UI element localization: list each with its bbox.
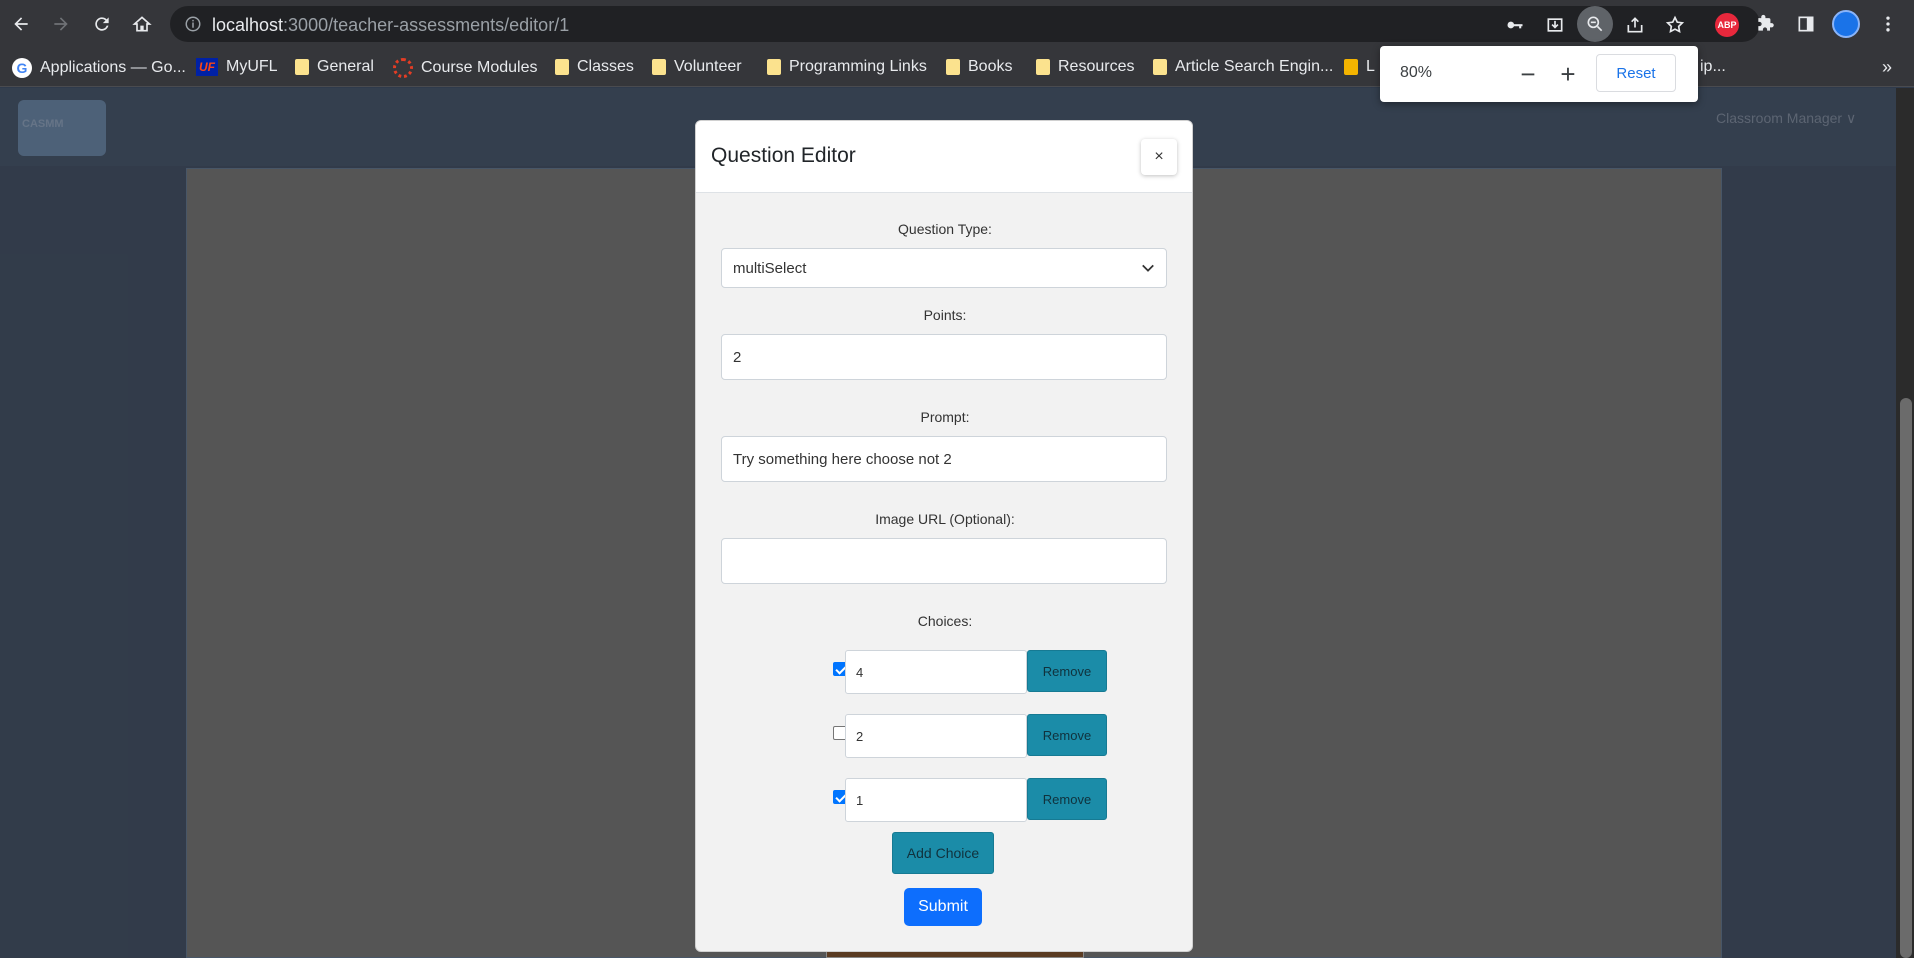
url-text[interactable]: localhost:3000/teacher-assessments/edito… (212, 15, 569, 36)
install-app-button[interactable] (1542, 12, 1568, 38)
browser-toolbar: localhost:3000/teacher-assessments/edito… (0, 0, 1914, 49)
url-path: :3000/teacher-assessments/editor/1 (283, 15, 570, 35)
bookmark-article-search[interactable]: Article Search Engin... (1153, 58, 1333, 76)
side-panel-button[interactable] (1790, 8, 1822, 40)
bookmark-course-modules[interactable]: Course Modules (393, 58, 538, 78)
bookmark-label: Resources (1058, 58, 1135, 75)
puzzle-icon (1758, 14, 1774, 31)
choice-input[interactable]: 2 (845, 714, 1027, 758)
choices-label: Choices: (917, 613, 973, 629)
share-button[interactable] (1622, 12, 1648, 38)
bookmark-programming-links[interactable]: Programming Links (767, 58, 927, 76)
remove-choice-button[interactable]: Remove (1027, 650, 1107, 692)
add-choice-button[interactable]: Add Choice (892, 832, 994, 874)
zoom-popup: 80% − + Reset (1380, 46, 1698, 102)
close-button[interactable]: × (1141, 139, 1177, 175)
bookmark-label: Course Modules (421, 59, 538, 76)
bookmark-label: Volunteer (674, 58, 742, 75)
bookmark-label: ip... (1700, 58, 1726, 75)
reload-button[interactable] (86, 8, 118, 40)
points-label: Points: (923, 307, 967, 323)
bookmark-label: L (1366, 58, 1375, 75)
url-host: localhost (212, 15, 284, 35)
question-type-select[interactable]: multiSelect (721, 248, 1167, 288)
page-scrollbar[interactable] (1896, 88, 1914, 958)
google-icon: G (12, 58, 32, 78)
modal-header: Question Editor × (696, 121, 1192, 193)
points-input[interactable]: 2 (721, 334, 1167, 380)
uf-icon: UF (196, 58, 218, 76)
prompt-input[interactable]: Try something here choose not 2 (721, 436, 1167, 482)
bookmark-volunteer[interactable]: Volunteer (652, 58, 742, 76)
extensions-button[interactable] (1749, 8, 1781, 40)
bookmark-general[interactable]: General (295, 58, 374, 76)
profile-avatar[interactable] (1832, 10, 1860, 38)
folder-icon (555, 59, 569, 75)
folder-icon (767, 59, 781, 75)
password-key-button[interactable] (1502, 12, 1528, 38)
submit-button[interactable]: Submit (904, 888, 982, 926)
adblock-plus-icon[interactable]: ABP (1715, 13, 1739, 37)
choice-input[interactable]: 1 (845, 778, 1027, 822)
bookmark-label: Applications — Go... (40, 59, 186, 76)
bookmark-label: General (317, 58, 374, 75)
browser-menu-button[interactable] (1872, 8, 1904, 40)
question-type-label: Question Type: (898, 221, 992, 237)
folder-icon (1153, 59, 1167, 75)
site-info-icon[interactable] (184, 15, 202, 33)
star-icon (1665, 15, 1685, 34)
canvas-icon (393, 58, 413, 78)
question-editor-modal: Question Editor × Question Type: multiSe… (695, 120, 1193, 952)
zoom-level: 80% (1400, 64, 1433, 81)
choice-input[interactable]: 4 (845, 650, 1027, 694)
bookmark-label: Classes (577, 58, 634, 75)
home-button[interactable] (126, 8, 158, 40)
bookmark-label: MyUFL (226, 58, 278, 75)
bookmark-label: Article Search Engin... (1175, 58, 1334, 75)
share-icon (1627, 17, 1643, 33)
zoom-in-button[interactable]: + (1552, 58, 1584, 90)
bookmark-resources[interactable]: Resources (1036, 58, 1134, 76)
folder-icon (652, 59, 666, 75)
bookmark-applications[interactable]: G Applications — Go... (12, 58, 186, 78)
bookmark-classes[interactable]: Classes (555, 58, 634, 76)
folder-icon (1036, 59, 1050, 75)
chevron-down-icon (1142, 264, 1154, 272)
back-button[interactable] (5, 8, 37, 40)
zoom-indicator-button[interactable] (1577, 6, 1613, 42)
bookmark-ip[interactable]: ip... (1700, 58, 1726, 76)
question-type-value: multiSelect (733, 259, 807, 277)
install-icon (1547, 18, 1563, 32)
forward-arrow-icon (54, 17, 68, 31)
prompt-label: Prompt: (920, 409, 970, 425)
bookmark-l[interactable]: L (1344, 58, 1375, 76)
bookmarks-overflow-button[interactable]: » (1882, 57, 1892, 78)
bookmark-label: Books (968, 58, 1013, 75)
bookmark-books[interactable]: Books (946, 58, 1012, 76)
reload-icon (95, 17, 109, 31)
remove-choice-button[interactable]: Remove (1027, 778, 1107, 820)
key-icon (1507, 21, 1523, 29)
zoom-reset-button[interactable]: Reset (1596, 54, 1676, 92)
home-icon (132, 16, 152, 32)
side-panel-icon (1798, 16, 1814, 32)
image-url-label: Image URL (Optional): (875, 511, 1015, 527)
folder-icon (946, 59, 960, 75)
zoom-out-button[interactable]: − (1512, 58, 1544, 90)
forward-button[interactable] (45, 8, 77, 40)
folder-icon (295, 59, 309, 75)
kebab-menu-icon (1886, 16, 1890, 32)
remove-choice-button[interactable]: Remove (1027, 714, 1107, 756)
modal-title: Question Editor (711, 144, 856, 167)
zoom-out-icon (1587, 16, 1603, 32)
scrollbar-thumb[interactable] (1900, 398, 1912, 958)
address-bar[interactable]: localhost:3000/teacher-assessments/edito… (170, 6, 1760, 42)
image-url-input[interactable] (721, 538, 1167, 584)
bookmark-star-button[interactable] (1662, 12, 1688, 38)
link-icon (1344, 59, 1358, 75)
back-arrow-icon (14, 17, 28, 31)
bookmark-myufl[interactable]: UF MyUFL (196, 58, 278, 76)
bookmark-label: Programming Links (789, 58, 927, 75)
